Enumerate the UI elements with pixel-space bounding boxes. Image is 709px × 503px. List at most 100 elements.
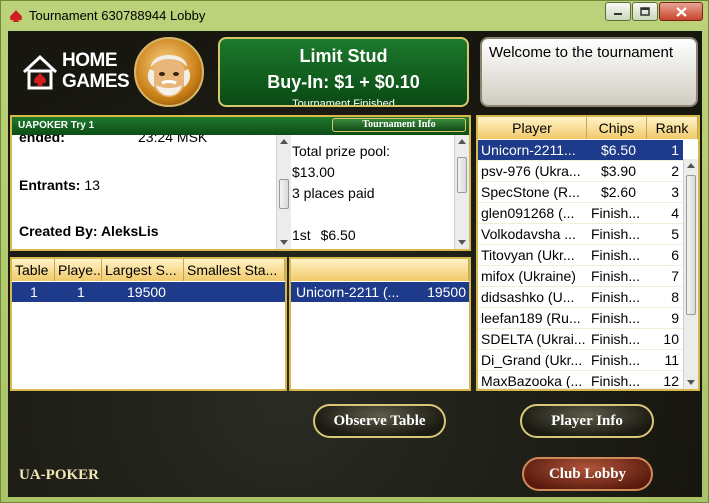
standing-chips: Finish...	[591, 268, 641, 284]
tournament-info-button[interactable]: Tournament Info	[332, 118, 466, 132]
standing-rank: 11	[664, 352, 679, 368]
standing-player: SpecStone (R...	[481, 184, 580, 200]
standing-player: leefan189 (Ru...	[481, 310, 581, 326]
minimize-icon	[614, 12, 622, 15]
host-avatar	[134, 37, 204, 107]
table-players-header	[291, 259, 469, 281]
table-players: 1	[77, 284, 85, 300]
standings-row[interactable]: Unicorn-2211... $6.50 1	[478, 140, 683, 161]
standing-player: SDELTA (Ukrai...	[481, 331, 586, 347]
standing-rank: 12	[663, 373, 679, 389]
standing-chips: Finish...	[591, 310, 641, 326]
house-logo-icon	[22, 54, 58, 90]
standings-list: Player Chips Rank Unicorn-2211... $6.50 …	[476, 115, 700, 391]
standing-rank: 4	[671, 205, 679, 221]
table-players-list: Unicorn-2211 (... 19500	[289, 257, 471, 391]
prize-scrollbar[interactable]	[454, 135, 469, 249]
standings-scrollbar[interactable]	[683, 159, 698, 389]
standing-rank: 8	[671, 289, 679, 305]
seat-player-chips: 19500	[427, 284, 466, 300]
scroll-thumb[interactable]	[457, 157, 467, 193]
elder-portrait-icon	[147, 55, 191, 97]
standings-row[interactable]: didsashko (U... Finish... 8	[478, 287, 683, 308]
standings-row[interactable]: Titovyan (Ukr... Finish... 6	[478, 245, 683, 266]
table-largest-stack: 19500	[127, 284, 166, 300]
standing-player: psv-976 (Ukra...	[481, 163, 581, 179]
col-header-players[interactable]: Playe...	[55, 259, 102, 281]
standing-rank: 2	[671, 163, 679, 179]
scroll-down-icon[interactable]	[687, 380, 695, 385]
maximize-button[interactable]	[632, 2, 658, 21]
standing-rank: 10	[663, 331, 679, 347]
standings-row[interactable]: Volkodavsha ... Finish... 5	[478, 224, 683, 245]
standings-row[interactable]: psv-976 (Ukra... $3.90 2	[478, 161, 683, 182]
details-left-text: ended: 23:24 MSK Entrants: 13 Created By…	[12, 135, 276, 249]
lobby-window: Tournament 630788944 Lobby HOME GAMES Li…	[0, 0, 709, 503]
table-row[interactable]: 1 1 19500	[12, 282, 285, 302]
entrants-label: Entrants:	[19, 177, 81, 193]
standing-player: mifox (Ukraine)	[481, 268, 576, 284]
tournament-summary-banner: Limit Stud Buy-In: $1 + $0.10 Tournament…	[218, 37, 469, 107]
place-1-label: 1st	[292, 227, 311, 243]
scroll-thumb[interactable]	[279, 179, 289, 209]
standing-chips: $3.90	[600, 163, 637, 179]
standing-rank: 7	[671, 268, 679, 284]
standings-row[interactable]: glen091268 (... Finish... 4	[478, 203, 683, 224]
scroll-thumb[interactable]	[686, 175, 696, 315]
ua-poker-brand: UA-POKER	[19, 467, 99, 483]
col-header-largest-stack[interactable]: Largest S...	[102, 259, 184, 281]
places-paid: 3 places paid	[292, 185, 375, 201]
minimize-button[interactable]	[605, 2, 631, 21]
place-1-amount: $6.50	[320, 227, 356, 243]
player-info-button[interactable]: Player Info	[520, 404, 654, 438]
entrants-value: 13	[84, 177, 100, 193]
standings-row[interactable]: MaxBazooka (... Finish... 12	[478, 371, 683, 389]
standing-rank: 5	[671, 226, 679, 242]
list-item[interactable]: Unicorn-2211 (... 19500	[291, 282, 469, 302]
prize-pool-value: $13.00	[292, 164, 335, 180]
observe-table-button[interactable]: Observe Table	[313, 404, 446, 438]
col-header-chips[interactable]: Chips	[587, 117, 647, 139]
scroll-down-icon[interactable]	[458, 240, 466, 245]
tournament-name: UAPOKER Try 1	[18, 120, 95, 131]
standing-chips: Finish...	[591, 205, 641, 221]
standing-rank: 1	[671, 142, 679, 158]
home-games-logo: HOME GAMES	[20, 48, 130, 96]
window-title: Tournament 630788944 Lobby	[29, 8, 206, 23]
standings-row[interactable]: mifox (Ukraine) Finish... 7	[478, 266, 683, 287]
col-header-smallest-stack[interactable]: Smallest Sta...	[184, 259, 285, 281]
ended-label: ended:	[19, 135, 65, 145]
close-button[interactable]	[659, 2, 703, 21]
game-type: Limit Stud	[299, 46, 388, 66]
scroll-up-icon[interactable]	[280, 139, 288, 144]
standing-chips: Finish...	[591, 331, 641, 347]
details-left-scrollbar[interactable]	[276, 135, 291, 249]
col-header-table[interactable]: Table	[12, 259, 55, 281]
close-icon	[675, 6, 687, 17]
standing-player: Unicorn-2211...	[481, 142, 576, 158]
scroll-up-icon[interactable]	[687, 163, 695, 168]
standing-player: Titovyan (Ukr...	[481, 247, 575, 263]
tables-list: Table Playe... Largest S... Smallest Sta…	[10, 257, 287, 391]
standing-player: Volkodavsha ...	[481, 226, 576, 242]
standing-chips: $6.50	[600, 142, 637, 158]
col-header-rank[interactable]: Rank	[647, 117, 698, 139]
buy-in: Buy-In: $1 + $0.10	[267, 72, 420, 92]
poker-spade-icon	[10, 10, 22, 22]
standing-player: MaxBazooka (...	[481, 373, 583, 389]
standing-chips: Finish...	[591, 289, 641, 305]
prize-info-text: Total prize pool: $13.00 3 places paid 1…	[290, 135, 452, 249]
scroll-up-icon[interactable]	[458, 139, 466, 144]
title-bar[interactable]: Tournament 630788944 Lobby	[1, 1, 708, 31]
club-lobby-button[interactable]: Club Lobby	[522, 457, 653, 491]
standings-row[interactable]: Di_Grand (Ukr... Finish... 11	[478, 350, 683, 371]
lobby-client-area: HOME GAMES Limit Stud Buy-In: $1 + $0.10…	[8, 31, 702, 497]
standings-row[interactable]: SpecStone (R... $2.60 3	[478, 182, 683, 203]
standings-row[interactable]: SDELTA (Ukrai... Finish... 10	[478, 329, 683, 350]
logo-line-2: GAMES	[62, 71, 130, 92]
standings-row[interactable]: leefan189 (Ru... Finish... 9	[478, 308, 683, 329]
standing-rank: 3	[671, 184, 679, 200]
col-header-player[interactable]: Player	[478, 117, 587, 139]
scroll-down-icon[interactable]	[280, 240, 288, 245]
standing-chips: Finish...	[591, 226, 641, 242]
